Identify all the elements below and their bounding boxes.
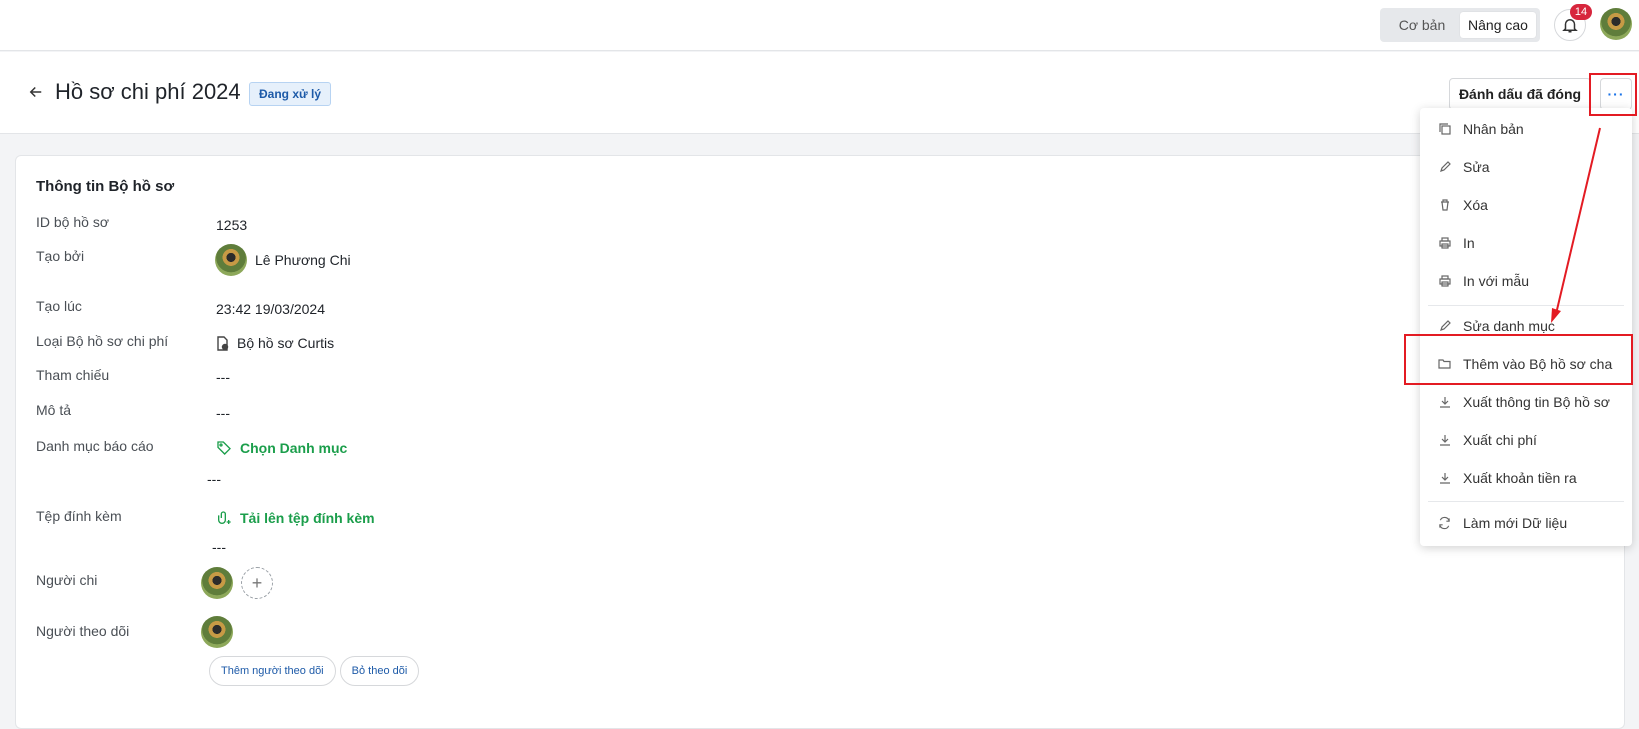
- add-follower-button[interactable]: Thêm người theo dõi: [209, 656, 336, 686]
- more-actions-menu: Nhân bản Sửa Xóa In In với mẫu Sửa danh …: [1420, 108, 1632, 546]
- arrow-left-icon: [29, 86, 42, 98]
- menu-item-label: In với mẫu: [1463, 273, 1529, 289]
- download-icon: [1438, 472, 1451, 485]
- add-payer-button[interactable]: +: [241, 567, 273, 599]
- menu-item-delete[interactable]: Xóa: [1420, 189, 1632, 221]
- follower-label: Người theo dõi: [36, 623, 130, 639]
- user-avatar[interactable]: [1600, 8, 1632, 40]
- card-title: Thông tin Bộ hồ sơ: [36, 178, 175, 195]
- payer-avatar: [201, 567, 233, 599]
- description-value: ---: [216, 405, 230, 421]
- page-title: Hồ sơ chi phí 2024: [55, 79, 241, 104]
- id-value: 1253: [216, 217, 248, 233]
- description-label: Mô tả: [36, 402, 72, 418]
- download-icon: [1438, 434, 1451, 447]
- edit-icon: [1438, 320, 1451, 333]
- menu-item-refresh[interactable]: Làm mới Dữ liệu: [1420, 507, 1632, 539]
- created-by-value: Lê Phương Chi: [215, 244, 351, 276]
- menu-item-label: Xuất thông tin Bộ hồ sơ: [1463, 394, 1610, 410]
- edit-icon: [1438, 161, 1451, 174]
- menu-divider: [1428, 305, 1624, 306]
- menu-divider: [1428, 501, 1624, 502]
- choose-category-label: Chọn Danh mục: [240, 440, 348, 456]
- follower-value: [201, 616, 233, 648]
- highlight-more-button: [1589, 73, 1637, 116]
- mark-closed-button[interactable]: Đánh dấu đã đóng: [1449, 78, 1591, 110]
- created-at-value: 23:42 19/03/2024: [216, 301, 325, 317]
- download-icon: [1438, 396, 1451, 409]
- id-label: ID bộ hồ sơ: [36, 214, 109, 230]
- mode-basic-button[interactable]: Cơ bản: [1384, 12, 1460, 38]
- attachment-label: Tệp đính kèm: [36, 508, 122, 524]
- created-by-label: Tạo bởi: [36, 248, 85, 264]
- follower-actions: Thêm người theo dõi Bỏ theo dõi: [209, 656, 420, 686]
- refresh-icon: [1438, 516, 1451, 530]
- menu-item-export-expenses[interactable]: Xuất chi phí: [1420, 424, 1632, 456]
- type-name: Bộ hồ sơ Curtis: [237, 335, 335, 351]
- mode-toggle: Cơ bản Nâng cao: [1380, 8, 1540, 42]
- menu-item-label: Nhân bản: [1463, 121, 1524, 137]
- upload-attachment-link[interactable]: Tải lên tệp đính kèm: [216, 510, 375, 526]
- page-header: Hồ sơ chi phí 2024 Đang xử lý Đánh dấu đ…: [0, 52, 1639, 134]
- attachment-value: ---: [212, 539, 226, 555]
- payer-label: Người chi: [36, 572, 98, 588]
- copy-icon: [1438, 123, 1451, 136]
- reference-label: Tham chiếu: [36, 367, 110, 383]
- category-label: Danh mục báo cáo: [36, 438, 154, 454]
- creator-avatar: [215, 244, 247, 276]
- back-button[interactable]: [26, 82, 46, 102]
- report-info-card: Thông tin Bộ hồ sơ ID bộ hồ sơ 1253 Tạo …: [15, 155, 1625, 729]
- menu-item-duplicate[interactable]: Nhân bản: [1420, 113, 1632, 145]
- highlight-add-to-parent: [1404, 334, 1633, 385]
- upload-attachment-label: Tải lên tệp đính kèm: [240, 510, 375, 526]
- payer-value: +: [201, 567, 273, 599]
- reference-value: ---: [216, 369, 230, 385]
- category-value: ---: [207, 471, 221, 487]
- menu-item-edit[interactable]: Sửa: [1420, 151, 1632, 183]
- print-icon: [1438, 237, 1451, 250]
- menu-item-label: Xuất chi phí: [1463, 432, 1537, 448]
- notification-count-badge: 14: [1570, 4, 1592, 20]
- created-at-label: Tạo lúc: [36, 298, 82, 314]
- tag-icon: [217, 441, 231, 455]
- menu-item-export-report[interactable]: Xuất thông tin Bộ hồ sơ: [1420, 386, 1632, 418]
- menu-item-export-outflows[interactable]: Xuất khoản tiền ra: [1420, 462, 1632, 494]
- top-bar: Cơ bản Nâng cao 14: [0, 0, 1639, 51]
- follower-avatar: [201, 616, 233, 648]
- menu-item-label: Xóa: [1463, 197, 1488, 213]
- menu-item-print-template[interactable]: In với mẫu: [1420, 265, 1632, 297]
- unfollow-button[interactable]: Bỏ theo dõi: [339, 656, 420, 686]
- type-value: Bộ hồ sơ Curtis: [216, 335, 334, 351]
- type-label: Loại Bộ hồ sơ chi phí: [36, 333, 169, 349]
- mode-advanced-button[interactable]: Nâng cao: [1460, 12, 1536, 38]
- document-icon: [217, 335, 229, 351]
- menu-item-label: Sửa: [1463, 159, 1490, 175]
- menu-item-print[interactable]: In: [1420, 227, 1632, 259]
- menu-item-label: Xuất khoản tiền ra: [1463, 470, 1577, 486]
- choose-category-link[interactable]: Chọn Danh mục: [216, 440, 347, 456]
- trash-icon: [1438, 199, 1451, 212]
- status-badge: Đang xử lý: [249, 82, 332, 106]
- menu-item-label: Làm mới Dữ liệu: [1463, 515, 1568, 531]
- menu-item-label: Sửa danh mục: [1463, 318, 1555, 334]
- menu-item-label: In: [1463, 235, 1475, 251]
- print-icon: [1438, 275, 1451, 288]
- creator-name: Lê Phương Chi: [255, 252, 351, 268]
- paperclip-icon: [218, 511, 231, 524]
